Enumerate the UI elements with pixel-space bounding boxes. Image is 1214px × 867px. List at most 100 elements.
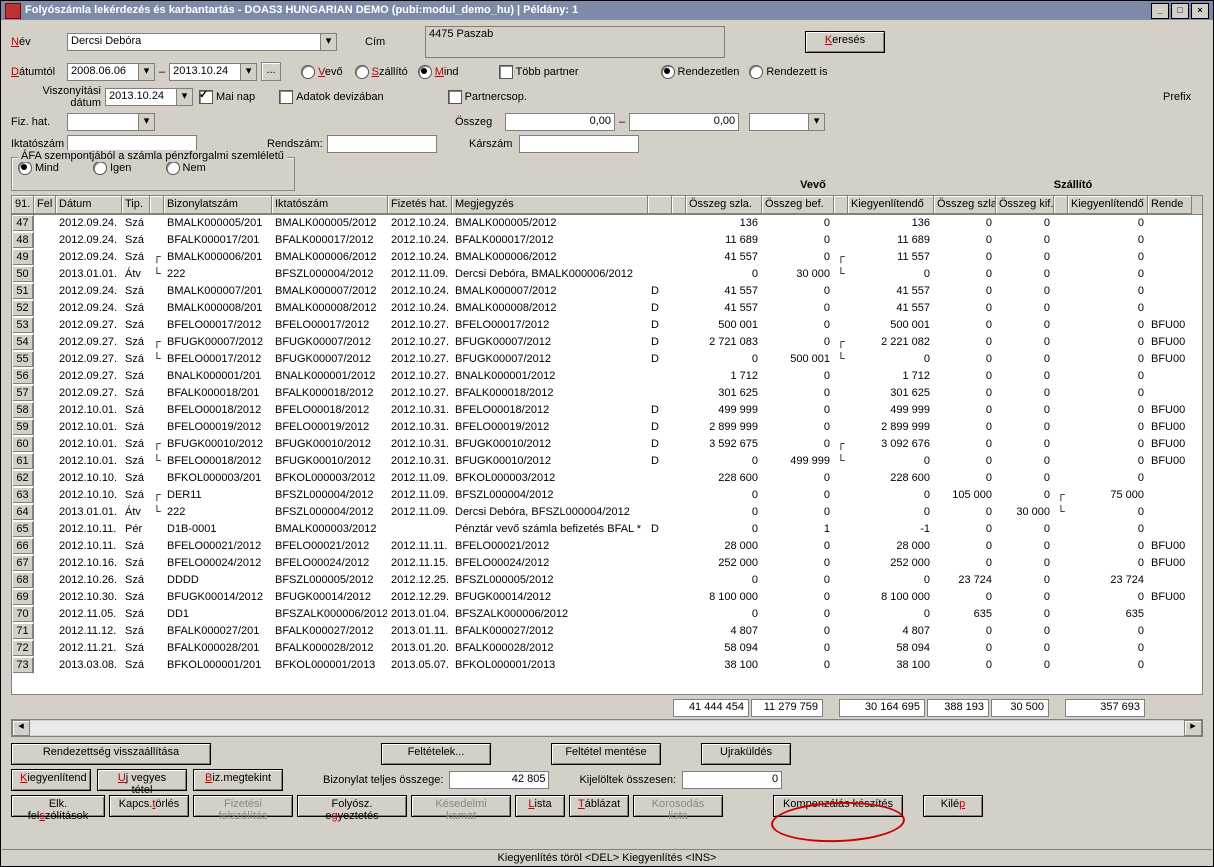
close-button[interactable]: × <box>1191 3 1209 19</box>
afa-nem-radio[interactable] <box>166 161 180 175</box>
col-n[interactable]: 91. <box>12 196 34 214</box>
col-tip[interactable]: Tip. <box>122 196 150 214</box>
datum2-dropdown[interactable]: ▾ <box>241 63 257 81</box>
col-g2[interactable] <box>834 196 848 214</box>
rendezetlen-radio[interactable] <box>661 65 675 79</box>
kompenz-button[interactable]: Kompenzálás készítés <box>773 795 903 817</box>
feltetelek-button[interactable]: Feltételek... <box>381 743 491 765</box>
table-row[interactable]: 622012.10.10.SzáBFKOL000003/201BFKOL0000… <box>12 470 1202 487</box>
col-ln[interactable] <box>150 196 164 214</box>
table-row[interactable]: 472012.09.24.SzáBMALK000005/201BMALK0000… <box>12 215 1202 232</box>
afa-mind-radio[interactable] <box>18 161 32 175</box>
table-row[interactable]: 672012.10.16.SzáBFELO00024/2012BFELO0002… <box>12 555 1202 572</box>
szallito-radio[interactable] <box>355 65 369 79</box>
col-obef[interactable]: Összeg bef. <box>762 196 834 214</box>
viszdatum-dropdown[interactable]: ▾ <box>177 88 193 106</box>
maximize-button[interactable]: □ <box>1171 3 1189 19</box>
rendszam-input[interactable] <box>327 135 437 153</box>
nev-dropdown[interactable]: ▾ <box>321 33 337 51</box>
tobbpartner-check[interactable] <box>499 65 513 79</box>
mainap-check[interactable] <box>199 90 213 104</box>
col-d[interactable] <box>648 196 672 214</box>
table-row[interactable]: 652012.10.11.PérD1B-0001BMALK000003/2012… <box>12 521 1202 538</box>
col-fh[interactable]: Fizetés hat. <box>388 196 452 214</box>
table-row[interactable]: 542012.09.27.Szá┌BFUGK00007/2012BFUGK000… <box>12 334 1202 351</box>
table-row[interactable]: 552012.09.27.Szá└BFELO00017/2012BFUGK000… <box>12 351 1202 368</box>
fizhat-dropdown[interactable]: ▾ <box>139 113 155 131</box>
table-row[interactable]: 632012.10.10.Szá┌DER11BFSZL000004/201220… <box>12 487 1202 504</box>
table-row[interactable]: 492012.09.24.Szá┌BMALK000006/201BMALK000… <box>12 249 1202 266</box>
datum1-input[interactable]: 2008.06.06 <box>67 63 139 81</box>
table-row[interactable]: 582012.10.01.SzáBFELO00018/2012BFELO0001… <box>12 402 1202 419</box>
col-biz[interactable]: Bizonylatszám <box>164 196 272 214</box>
table-row[interactable]: 562012.09.27.SzáBNALK000001/201BNALK0000… <box>12 368 1202 385</box>
col-datum[interactable]: Dátum <box>56 196 122 214</box>
col-g3[interactable] <box>1054 196 1068 214</box>
folyegy-button[interactable]: Folyósz. egyeztetés <box>297 795 407 817</box>
table-row[interactable]: 702012.11.05.SzáDD1BFSZALK000006/2012201… <box>12 606 1202 623</box>
col-kie[interactable]: Kiegyenlítendő <box>848 196 934 214</box>
col-osz2[interactable]: Összeg szla <box>934 196 996 214</box>
date-more-button[interactable]: ... <box>261 62 281 81</box>
tablazat-button[interactable]: Táblázat <box>569 795 629 817</box>
nev-input[interactable]: Dercsi Debóra <box>67 33 321 51</box>
kilep-button[interactable]: Kilép <box>923 795 983 817</box>
table-row[interactable]: 642013.01.01.Átv└222BFSZL000004/20122012… <box>12 504 1202 521</box>
table-row[interactable]: 732013.03.08.SzáBFKOL000001/201BFKOL0000… <box>12 657 1202 674</box>
datum1-dropdown[interactable]: ▾ <box>139 63 155 81</box>
table-row[interactable]: 712012.11.12.SzáBFALK000027/201BFALK0000… <box>12 623 1202 640</box>
fizhat-input[interactable] <box>67 113 139 131</box>
table-row[interactable]: 532012.09.27.SzáBFELO00017/2012BFELO0001… <box>12 317 1202 334</box>
korosod-button[interactable]: Korosodás lista <box>633 795 723 817</box>
fizfelsz-button[interactable]: Fizetési felszólítás <box>193 795 293 817</box>
table-row[interactable]: 682012.10.26.SzáDDDDBFSZL000005/20122012… <box>12 572 1202 589</box>
osszeg2-input[interactable]: 0,00 <box>629 113 739 131</box>
col-g1[interactable] <box>672 196 686 214</box>
kereses-button[interactable]: Keresés <box>805 31 885 53</box>
scroll-left[interactable]: ◂ <box>12 720 30 736</box>
elkfelsz-button[interactable]: Elk. felszólítások <box>11 795 105 817</box>
kiegy-button[interactable]: Kiegyenlítend <box>11 769 91 791</box>
col-okif[interactable]: Összeg kif. <box>996 196 1054 214</box>
minimize-button[interactable]: _ <box>1151 3 1169 19</box>
table-row[interactable]: 602012.10.01.Szá┌BFUGK00010/2012BFUGK000… <box>12 436 1202 453</box>
bizmeg-button[interactable]: Biz.megtekint <box>193 769 283 791</box>
adatokdev-check[interactable] <box>279 90 293 104</box>
prefix-dropdown[interactable]: ▾ <box>809 113 825 131</box>
afa-igen-radio[interactable] <box>93 161 107 175</box>
viszdatum-input[interactable]: 2013.10.24 <box>105 88 177 106</box>
data-grid[interactable]: 91.FelDátumTip. BizonylatszámIktatószámFi… <box>11 195 1203 695</box>
table-row[interactable]: 522012.09.24.SzáBMALK000008/201BMALK0000… <box>12 300 1202 317</box>
keskamat-button[interactable]: Késedelmi kamat <box>411 795 511 817</box>
datum2-input[interactable]: 2013.10.24 <box>169 63 241 81</box>
vevo-radio[interactable] <box>301 65 315 79</box>
table-row[interactable]: 512012.09.24.SzáBMALK000007/201BMALK0000… <box>12 283 1202 300</box>
rendvissza-button[interactable]: Rendezettség visszaállítása <box>11 743 211 765</box>
table-row[interactable]: 592012.10.01.SzáBFELO00019/2012BFELO0001… <box>12 419 1202 436</box>
col-oszla[interactable]: Összeg szla. <box>686 196 762 214</box>
osszeg1-input[interactable]: 0,00 <box>505 113 615 131</box>
ujvegyes-button[interactable]: Uj vegyes tétel <box>97 769 187 791</box>
table-row[interactable]: 722012.11.21.SzáBFALK000028/201BFALK0000… <box>12 640 1202 657</box>
feltmentes-button[interactable]: Feltétel mentése <box>551 743 661 765</box>
scroll-right[interactable]: ▸ <box>1184 720 1202 736</box>
partnercsop-check[interactable] <box>448 90 462 104</box>
rendezettis-radio[interactable] <box>749 65 763 79</box>
horizontal-scrollbar[interactable]: ◂ ▸ <box>11 719 1203 737</box>
table-row[interactable]: 482012.09.24.SzáBFALK000017/201BFALK0000… <box>12 232 1202 249</box>
table-row[interactable]: 572012.09.27.SzáBFALK000018/201BFALK0000… <box>12 385 1202 402</box>
lista-button[interactable]: Lista <box>515 795 565 817</box>
table-row[interactable]: 692012.10.30.SzáBFUGK00014/2012BFUGK0001… <box>12 589 1202 606</box>
kapcstor-button[interactable]: Kapcs.törlés <box>109 795 189 817</box>
prefix-input[interactable] <box>749 113 809 131</box>
col-rend[interactable]: Rende <box>1148 196 1192 214</box>
col-fel[interactable]: Fel <box>34 196 56 214</box>
table-row[interactable]: 612012.10.01.Szá└BFELO00018/2012BFUGK000… <box>12 453 1202 470</box>
karszam-input[interactable] <box>519 135 639 153</box>
col-ikt[interactable]: Iktatószám <box>272 196 388 214</box>
col-meg[interactable]: Megjegyzés <box>452 196 648 214</box>
table-row[interactable]: 662012.10.11.SzáBFELO00021/2012BFELO0002… <box>12 538 1202 555</box>
col-kie2[interactable]: Kiegyenlítendő <box>1068 196 1148 214</box>
mind-radio[interactable] <box>418 65 432 79</box>
ujrakuld-button[interactable]: Ujraküldés <box>701 743 791 765</box>
